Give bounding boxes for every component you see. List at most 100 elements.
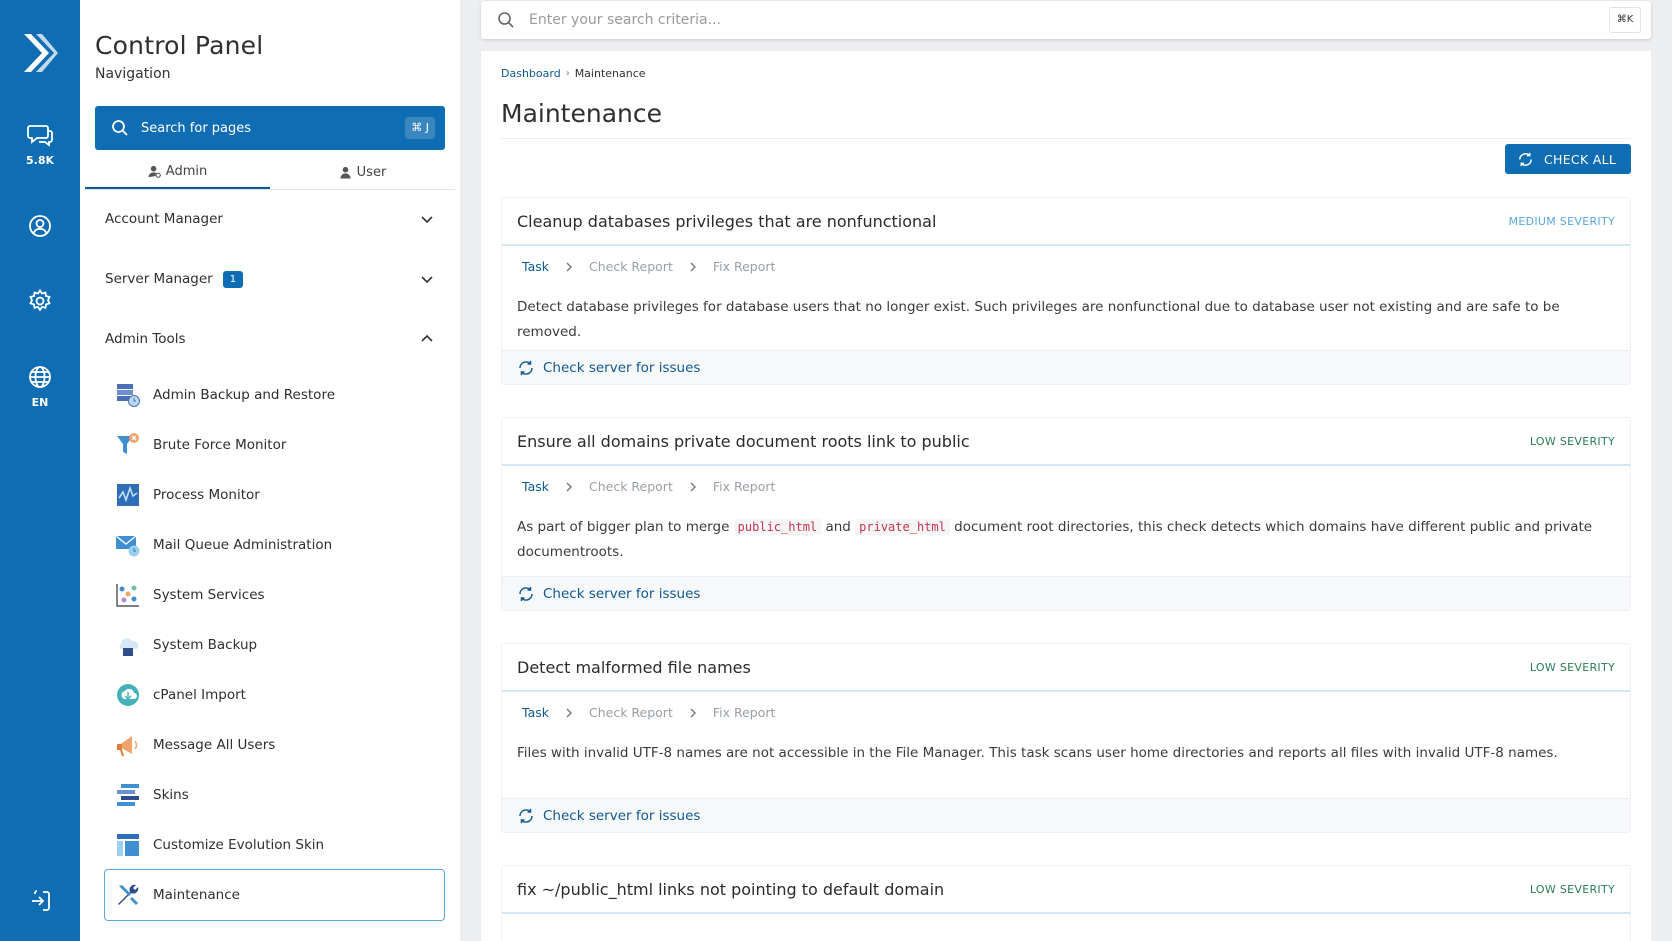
nav-group-account-manager[interactable]: Account Manager bbox=[105, 207, 435, 231]
sidebar-item-maintenance[interactable]: Maintenance bbox=[104, 869, 445, 921]
icon-rail: 5.8K EN bbox=[0, 0, 80, 941]
sidebar-item-label: Admin Backup and Restore bbox=[153, 387, 336, 403]
title-divider bbox=[501, 138, 1631, 139]
account-button[interactable] bbox=[0, 213, 80, 239]
task-card: fix ~/public_html links not pointing to … bbox=[501, 865, 1631, 941]
task-header: fix ~/public_html links not pointing to … bbox=[502, 866, 1630, 914]
sidebar-item-label: Message All Users bbox=[153, 737, 276, 753]
user-circle-icon bbox=[29, 215, 51, 237]
tab-user[interactable]: User bbox=[270, 162, 455, 189]
nav-title: Control Panel bbox=[95, 31, 264, 60]
nav-group-label: Account Manager bbox=[105, 211, 223, 227]
sidebar-item-label: Mail Queue Administration bbox=[153, 537, 333, 553]
refresh-icon bbox=[1519, 152, 1532, 166]
cpanel-import-icon bbox=[115, 682, 141, 708]
sidebar-item-system-backup[interactable]: System Backup bbox=[105, 620, 445, 670]
tools-icon bbox=[115, 882, 141, 908]
language-code: EN bbox=[31, 396, 49, 409]
severity-badge: LOW SEVERITY bbox=[1529, 883, 1615, 896]
task-description: Detect database privileges for database … bbox=[517, 299, 1560, 340]
chat-bubbles-icon bbox=[27, 125, 53, 147]
chevron-right-icon bbox=[566, 708, 572, 717]
messages-count: 5.8K bbox=[25, 154, 54, 167]
severity-badge: LOW SEVERITY bbox=[1529, 435, 1615, 448]
sidebar-item-admin-backup-restore[interactable]: Admin Backup and Restore bbox=[105, 370, 445, 420]
description-text: and bbox=[821, 519, 856, 535]
check-server-button[interactable]: Check server for issues bbox=[502, 576, 1630, 610]
global-search-placeholder: Enter your search criteria... bbox=[529, 12, 721, 28]
globe-icon bbox=[29, 366, 51, 388]
megaphone-icon bbox=[115, 732, 141, 758]
task-title: Cleanup databases privileges that are no… bbox=[517, 212, 937, 231]
language-button[interactable]: EN bbox=[0, 364, 80, 409]
system-services-icon bbox=[115, 582, 141, 608]
sidebar-item-mail-queue[interactable]: Mail Queue Administration bbox=[105, 520, 445, 570]
inline-code: public_html bbox=[733, 519, 822, 535]
sidebar-item-label: Brute Force Monitor bbox=[153, 437, 287, 453]
task-header: Detect malformed file names LOW SEVERITY bbox=[502, 644, 1630, 692]
messages-button[interactable]: 5.8K bbox=[0, 122, 80, 167]
sidebar-item-label: Customize Evolution Skin bbox=[153, 837, 325, 853]
search-icon bbox=[498, 12, 514, 28]
navigation-panel: Control Panel Navigation Search for page… bbox=[80, 0, 460, 941]
task-steps: Task Check Report Fix Report bbox=[522, 259, 775, 274]
check-server-button[interactable]: Check server for issues bbox=[502, 798, 1630, 832]
logout-button[interactable] bbox=[0, 888, 80, 914]
refresh-icon bbox=[519, 360, 533, 375]
sidebar-item-label: System Services bbox=[153, 587, 265, 603]
sidebar-item-customize-evolution-skin[interactable]: Customize Evolution Skin bbox=[105, 820, 445, 870]
page-search-shortcut: ⌘ J bbox=[405, 117, 435, 139]
sidebar-item-message-all-users[interactable]: Message All Users bbox=[105, 720, 445, 770]
nav-group-label: Server Manager bbox=[105, 271, 213, 287]
breadcrumb: Dashboard › Maintenance bbox=[501, 67, 646, 80]
nav-tabs: Admin User bbox=[85, 162, 455, 190]
settings-button[interactable] bbox=[0, 288, 80, 314]
step-check-report: Check Report bbox=[588, 479, 673, 494]
page-title: Maintenance bbox=[501, 99, 662, 128]
task-description: Files with invalid UTF-8 names are not a… bbox=[517, 745, 1558, 761]
page-search-button[interactable]: Search for pages ⌘ J bbox=[95, 106, 445, 150]
sidebar-item-skins[interactable]: Skins bbox=[105, 770, 445, 820]
step-task[interactable]: Task bbox=[522, 705, 549, 720]
step-fix-report: Fix Report bbox=[712, 705, 776, 720]
system-backup-icon bbox=[115, 632, 141, 658]
check-server-label: Check server for issues bbox=[543, 359, 701, 376]
check-all-label: CHECK ALL bbox=[1544, 151, 1617, 167]
search-icon bbox=[112, 120, 128, 136]
tab-admin[interactable]: Admin bbox=[85, 162, 270, 189]
nav-group-label: Admin Tools bbox=[105, 331, 186, 347]
nav-group-admin-tools[interactable]: Admin Tools bbox=[105, 327, 435, 351]
chevron-right-icon bbox=[566, 262, 572, 271]
check-server-button[interactable]: Check server for issues bbox=[502, 350, 1630, 384]
step-task[interactable]: Task bbox=[522, 479, 549, 494]
logo-icon[interactable] bbox=[20, 30, 60, 76]
page-search-label: Search for pages bbox=[141, 120, 252, 136]
nav-group-server-manager[interactable]: Server Manager 1 bbox=[105, 267, 435, 291]
sidebar-item-brute-force-monitor[interactable]: Brute Force Monitor bbox=[105, 420, 445, 470]
sidebar-item-label: Maintenance bbox=[153, 887, 240, 903]
task-header: Ensure all domains private document root… bbox=[502, 418, 1630, 466]
logout-icon bbox=[32, 890, 50, 911]
user-icon bbox=[340, 166, 351, 179]
chevron-right-icon bbox=[690, 262, 696, 271]
task-card: Cleanup databases privileges that are no… bbox=[501, 197, 1631, 385]
check-server-label: Check server for issues bbox=[543, 585, 701, 602]
breadcrumb-dashboard-link[interactable]: Dashboard bbox=[501, 67, 561, 80]
gear-icon bbox=[29, 288, 51, 312]
task-card: Detect malformed file names LOW SEVERITY… bbox=[501, 643, 1631, 833]
refresh-icon bbox=[519, 808, 533, 823]
sidebar-item-cpanel-import[interactable]: cPanel Import bbox=[105, 670, 445, 720]
breadcrumb-separator-icon: › bbox=[565, 68, 570, 79]
task-steps: Task Check Report Fix Report bbox=[522, 479, 775, 494]
sidebar-item-system-services[interactable]: System Services bbox=[105, 570, 445, 620]
notification-badge: 1 bbox=[222, 270, 244, 288]
severity-badge: MEDIUM SEVERITY bbox=[1508, 215, 1615, 228]
global-search-bar[interactable]: Enter your search criteria... ⌘K bbox=[481, 1, 1651, 39]
check-server-label: Check server for issues bbox=[543, 807, 701, 824]
process-monitor-icon bbox=[115, 482, 141, 508]
check-all-button[interactable]: CHECK ALL bbox=[1505, 144, 1631, 174]
step-check-report: Check Report bbox=[588, 259, 673, 274]
brute-force-icon bbox=[115, 432, 141, 458]
sidebar-item-process-monitor[interactable]: Process Monitor bbox=[105, 470, 445, 520]
step-task[interactable]: Task bbox=[522, 259, 549, 274]
